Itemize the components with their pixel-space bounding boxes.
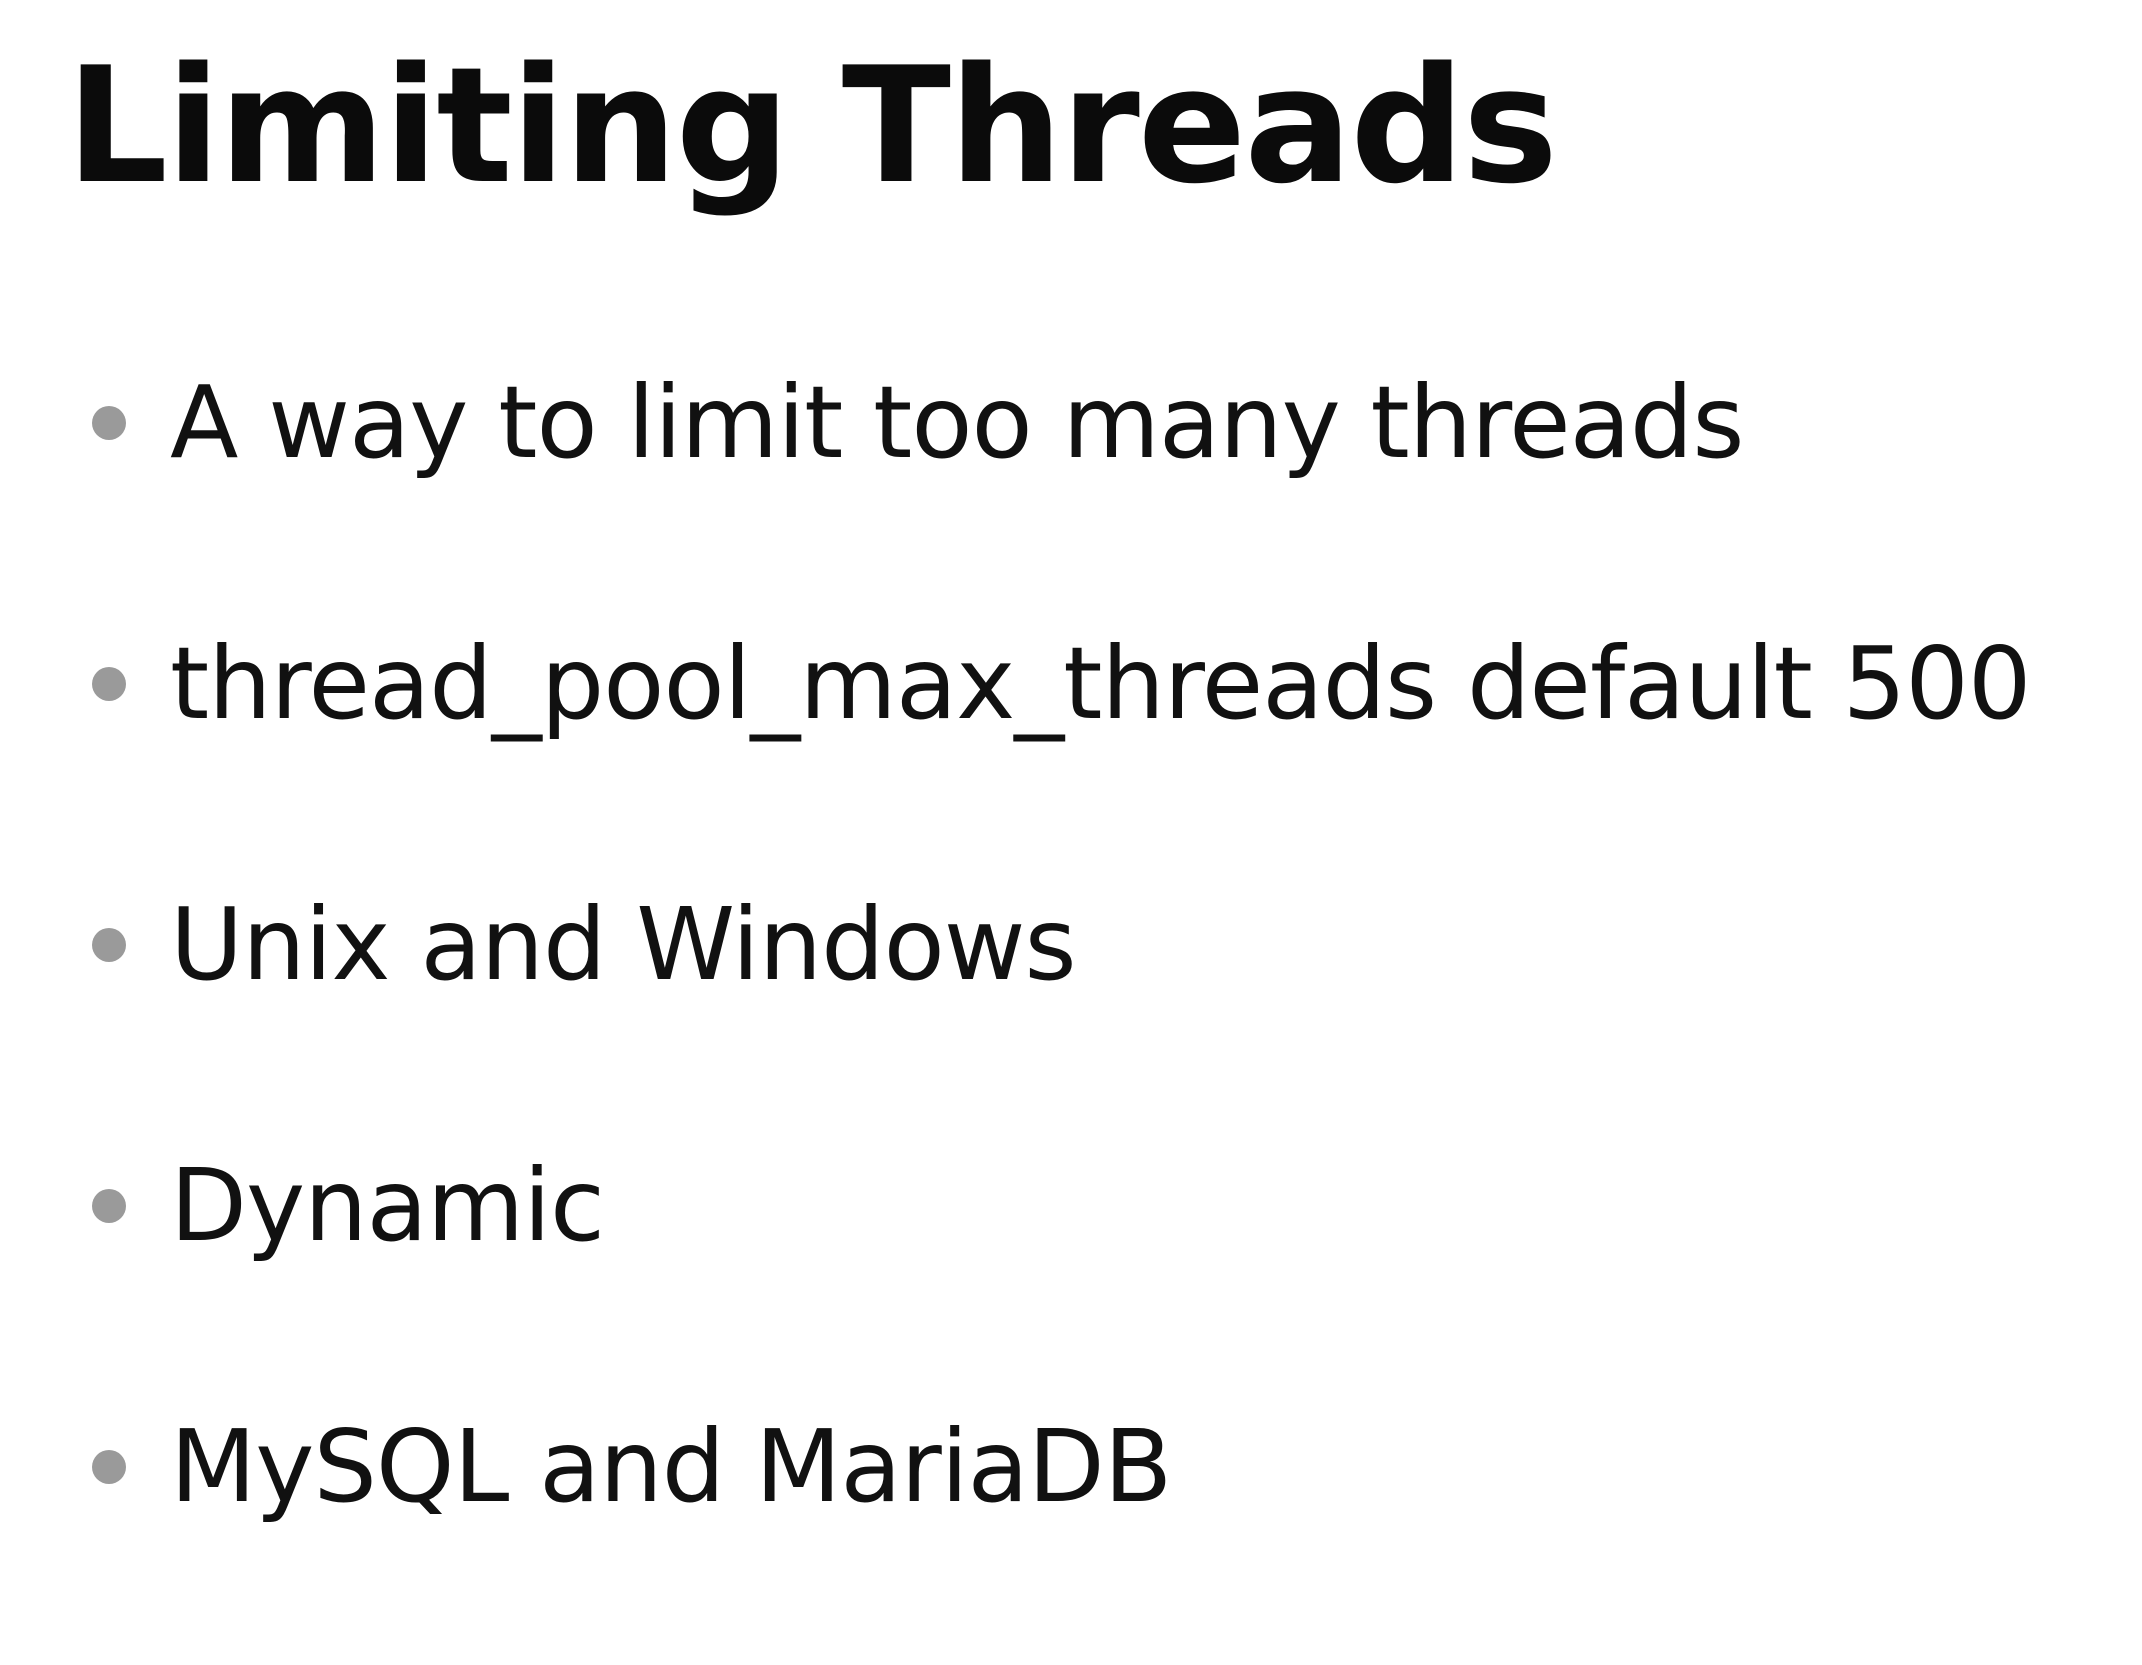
bullet-text: MySQL and MariaDB: [170, 1408, 1172, 1525]
list-item: MySQL and MariaDB: [92, 1404, 2030, 1665]
bullet-text: Unix and Windows: [170, 886, 1077, 1003]
list-item: Dynamic: [92, 1143, 2030, 1404]
list-item: A way to limit too many threads: [92, 360, 2030, 621]
list-item: Unix and Windows: [92, 882, 2030, 1143]
bullet-dot-icon: [92, 667, 126, 701]
bullet-dot-icon: [92, 1450, 126, 1484]
list-item: thread_pool_max_threads default 500: [92, 621, 2031, 882]
bullet-dot-icon: [92, 1189, 126, 1223]
slide: Limiting Threads A way to limit too many…: [0, 0, 2142, 1588]
bullet-dot-icon: [92, 928, 126, 962]
bullet-text: Dynamic: [170, 1147, 605, 1264]
bullet-text: thread_pool_max_threads default 500: [170, 625, 2031, 742]
bullet-dot-icon: [92, 406, 126, 440]
bullet-list: A way to limit too many threads thread_p…: [92, 360, 2031, 1665]
bullet-text: A way to limit too many threads: [170, 364, 1744, 481]
slide-title: Limiting Threads: [66, 32, 1558, 219]
